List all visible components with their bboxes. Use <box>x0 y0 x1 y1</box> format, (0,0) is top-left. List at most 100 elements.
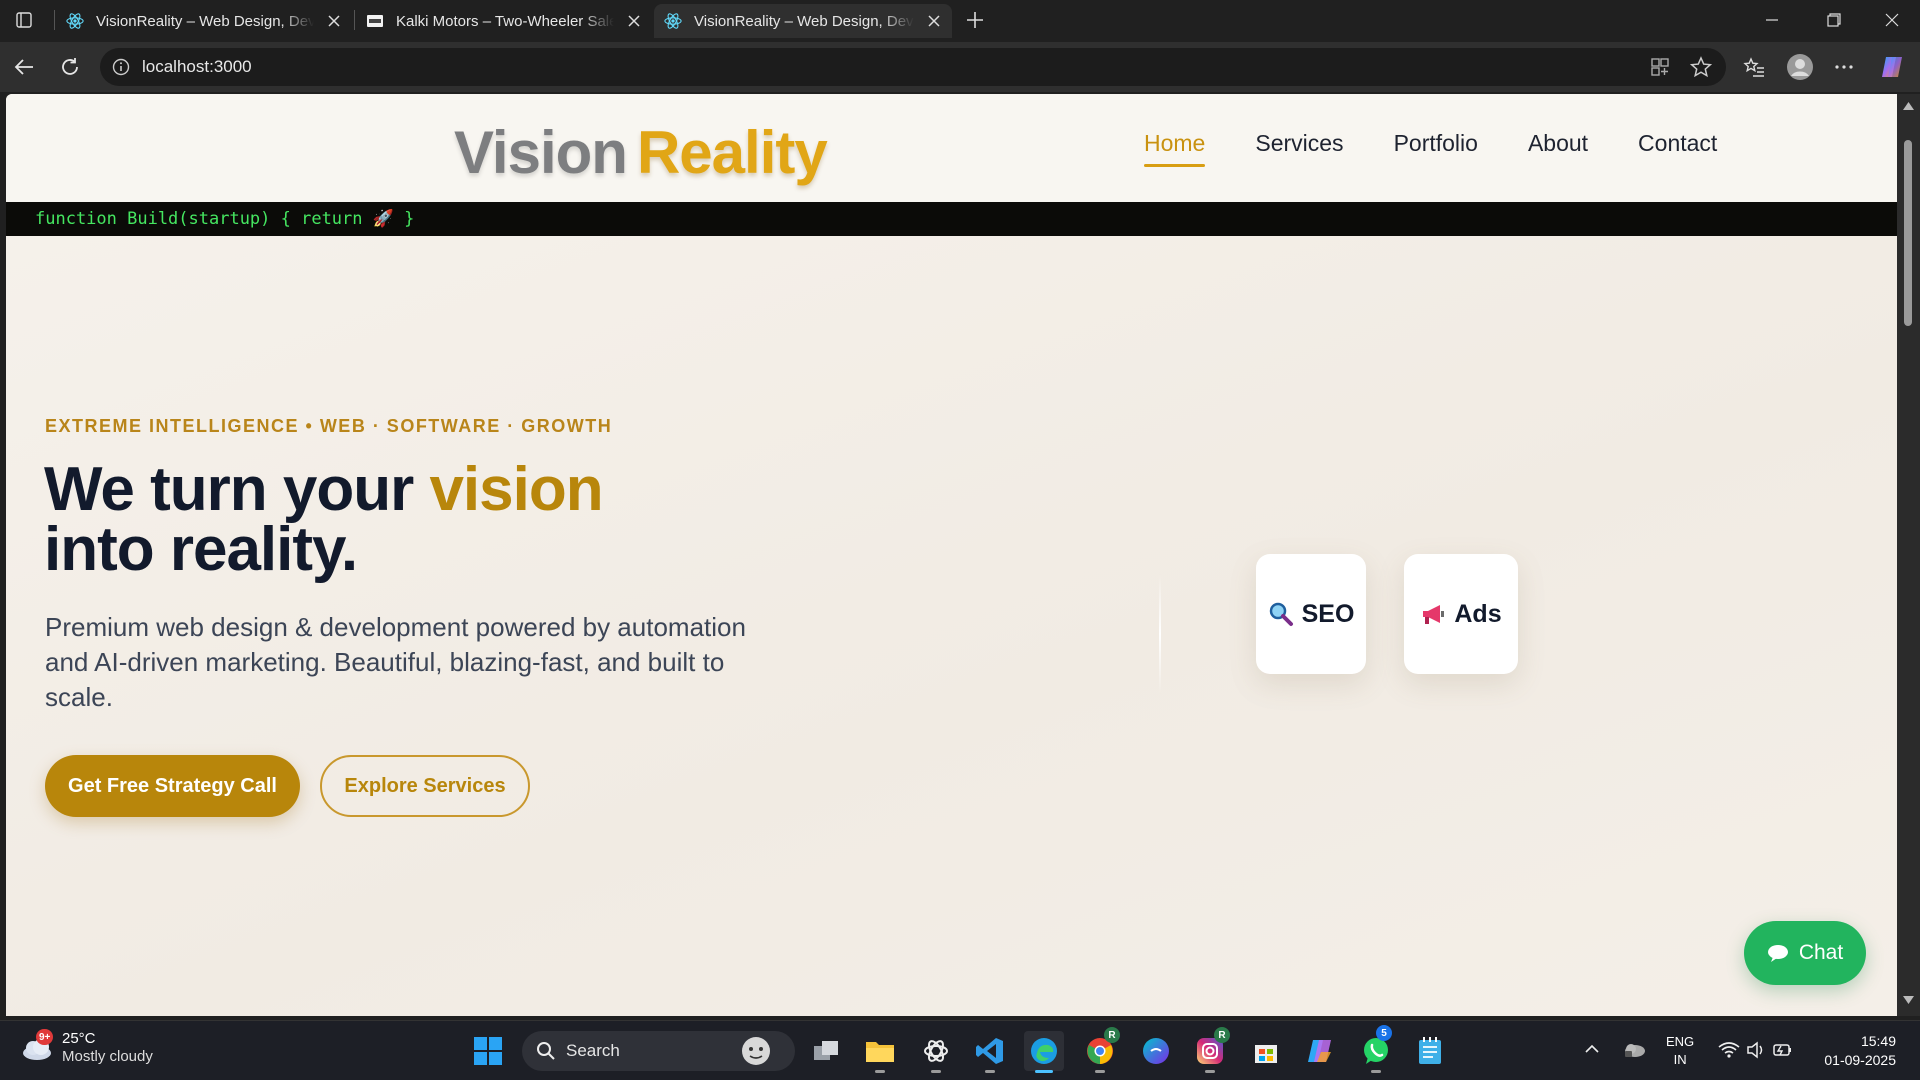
speech-bubble-icon <box>1767 943 1789 963</box>
chrome-profile-badge: R <box>1104 1027 1120 1043</box>
wifi-icon[interactable] <box>1718 1041 1740 1059</box>
copilot-icon[interactable] <box>1876 51 1908 83</box>
site-info-icon[interactable] <box>112 58 130 76</box>
weather-temp: 25°C <box>62 1030 96 1047</box>
back-icon[interactable] <box>8 51 40 83</box>
task-view-icon[interactable] <box>806 1031 846 1071</box>
hero-eyebrow: EXTREME INTELLIGENCE • WEB · SOFTWARE · … <box>45 416 613 436</box>
windows-taskbar: 9+ 25°C Mostly cloudy Search R R 5 ENG I… <box>0 1020 1920 1080</box>
chatgpt-icon[interactable] <box>916 1031 956 1073</box>
close-tab-icon[interactable] <box>326 13 342 29</box>
logo-vision: Vision <box>454 119 628 186</box>
ads-chip: Ads <box>1404 554 1518 674</box>
close-tab-icon[interactable] <box>926 13 942 29</box>
headline-highlight: vision <box>429 455 603 524</box>
scroll-up-icon[interactable] <box>1903 102 1914 110</box>
search-icon <box>536 1041 556 1061</box>
clock-time: 15:49 <box>1860 1033 1896 1049</box>
notepad-icon[interactable] <box>1410 1031 1450 1071</box>
tab-title: Kalki Motors – Two-Wheeler Sales <box>396 12 614 30</box>
file-explorer-icon[interactable] <box>860 1031 900 1073</box>
cloud-icon: 9+ <box>20 1029 54 1063</box>
instagram-profile-badge: R <box>1214 1027 1230 1043</box>
tab-kalki-motors[interactable]: Kalki Motors – Two-Wheeler Sales <box>356 4 652 38</box>
new-tab-icon[interactable] <box>958 0 992 40</box>
vscode-icon[interactable] <box>970 1031 1010 1073</box>
whatsapp-badge: 5 <box>1376 1025 1392 1041</box>
close-window-icon[interactable] <box>1864 0 1920 40</box>
search-label: Search <box>566 1041 620 1060</box>
strategy-call-button[interactable]: Get Free Strategy Call <box>45 755 300 817</box>
weather-desc: Mostly cloudy <box>62 1048 153 1065</box>
explore-services-button[interactable]: Explore Services <box>320 755 530 817</box>
headline-part-1: We turn your <box>44 455 430 524</box>
tab-visionreality-2[interactable]: VisionReality – Web Design, Development <box>654 4 952 38</box>
main-nav: Home Services Portfolio About Contact <box>1144 130 1717 167</box>
language-indicator[interactable]: ENG IN <box>1666 1033 1694 1069</box>
chat-button[interactable]: Chat <box>1744 921 1866 985</box>
lang-code: ENG <box>1666 1034 1695 1049</box>
tab-title: VisionReality – Web Design, Development <box>96 12 314 30</box>
hero-description: Premium web design & development powered… <box>45 612 746 712</box>
nav-services[interactable]: Services <box>1255 130 1343 167</box>
site-logo[interactable]: Vision Reality <box>454 118 828 187</box>
address-bar[interactable]: localhost:3000 <box>100 48 1726 86</box>
profile-avatar-icon[interactable] <box>1784 51 1816 83</box>
browser-tab-bar: VisionReality – Web Design, Development … <box>0 0 1920 42</box>
megaphone-icon <box>1420 601 1446 627</box>
logo-reality: Reality <box>636 119 828 186</box>
react-icon <box>66 12 84 30</box>
whatsapp-icon[interactable]: 5 <box>1356 1025 1396 1073</box>
clock-date: 01-09-2025 <box>1824 1052 1896 1068</box>
nav-home[interactable]: Home <box>1144 130 1206 167</box>
more-menu-icon[interactable] <box>1828 51 1860 83</box>
chrome-icon[interactable]: R <box>1080 1027 1120 1073</box>
tab-title: VisionReality – Web Design, Development <box>694 12 914 30</box>
instagram-icon[interactable]: R <box>1190 1027 1230 1073</box>
weather-widget[interactable]: 9+ 25°C Mostly cloudy <box>20 1029 153 1066</box>
seo-chip: SEO <box>1256 554 1366 674</box>
seo-label: SEO <box>1301 599 1355 628</box>
volume-icon[interactable] <box>1746 1041 1766 1059</box>
site-header: Vision Reality Home Services Portfolio A… <box>6 94 1897 202</box>
minimize-icon[interactable] <box>1744 0 1800 40</box>
reload-icon[interactable] <box>54 51 86 83</box>
battery-icon[interactable] <box>1772 1041 1794 1059</box>
clock[interactable]: 15:49 01-09-2025 <box>1816 1032 1896 1070</box>
divider <box>1159 574 1161 694</box>
tab-visionreality-1[interactable]: VisionReality – Web Design, Development <box>56 4 352 38</box>
headline-part-2: into reality. <box>44 515 358 584</box>
lang-region: IN <box>1673 1052 1687 1067</box>
show-hidden-icons-icon[interactable] <box>1584 1041 1600 1057</box>
copilot-app-icon[interactable] <box>1300 1031 1340 1071</box>
windows-start-icon[interactable] <box>468 1031 508 1071</box>
ads-label: Ads <box>1454 599 1502 628</box>
scrollbar-thumb[interactable] <box>1904 140 1912 326</box>
nav-contact[interactable]: Contact <box>1638 130 1717 167</box>
tab-actions-icon[interactable] <box>0 0 48 40</box>
page-viewport: Vision Reality Home Services Portfolio A… <box>6 94 1897 1016</box>
microsoft-store-icon[interactable] <box>1246 1031 1286 1071</box>
onedrive-icon[interactable] <box>1622 1039 1646 1059</box>
nav-about[interactable]: About <box>1528 130 1588 167</box>
kalki-favicon-icon <box>366 12 384 30</box>
react-icon <box>664 12 682 30</box>
magnifier-icon <box>1268 601 1294 627</box>
browser-toolbar: localhost:3000 <box>0 42 1920 92</box>
code-ticker: function Build(startup) { return 🚀 } <box>6 202 1897 236</box>
scroll-down-icon[interactable] <box>1903 996 1914 1004</box>
chat-label: Chat <box>1798 941 1844 964</box>
restore-icon[interactable] <box>1806 0 1862 40</box>
canva-icon[interactable] <box>1136 1031 1176 1071</box>
scrollbar[interactable] <box>1897 94 1920 1016</box>
nav-portfolio[interactable]: Portfolio <box>1394 130 1478 167</box>
close-tab-icon[interactable] <box>626 13 642 29</box>
favorites-icon[interactable] <box>1738 51 1770 83</box>
search-highlight-icon <box>738 1035 774 1067</box>
taskbar-search[interactable]: Search <box>522 1031 795 1071</box>
favorite-star-icon[interactable] <box>1690 56 1712 78</box>
edge-browser-icon[interactable] <box>1024 1031 1064 1073</box>
hero-headline: We turn your vision into reality. <box>44 459 604 581</box>
app-available-icon[interactable] <box>1650 57 1670 77</box>
url-text[interactable]: localhost:3000 <box>142 57 252 77</box>
